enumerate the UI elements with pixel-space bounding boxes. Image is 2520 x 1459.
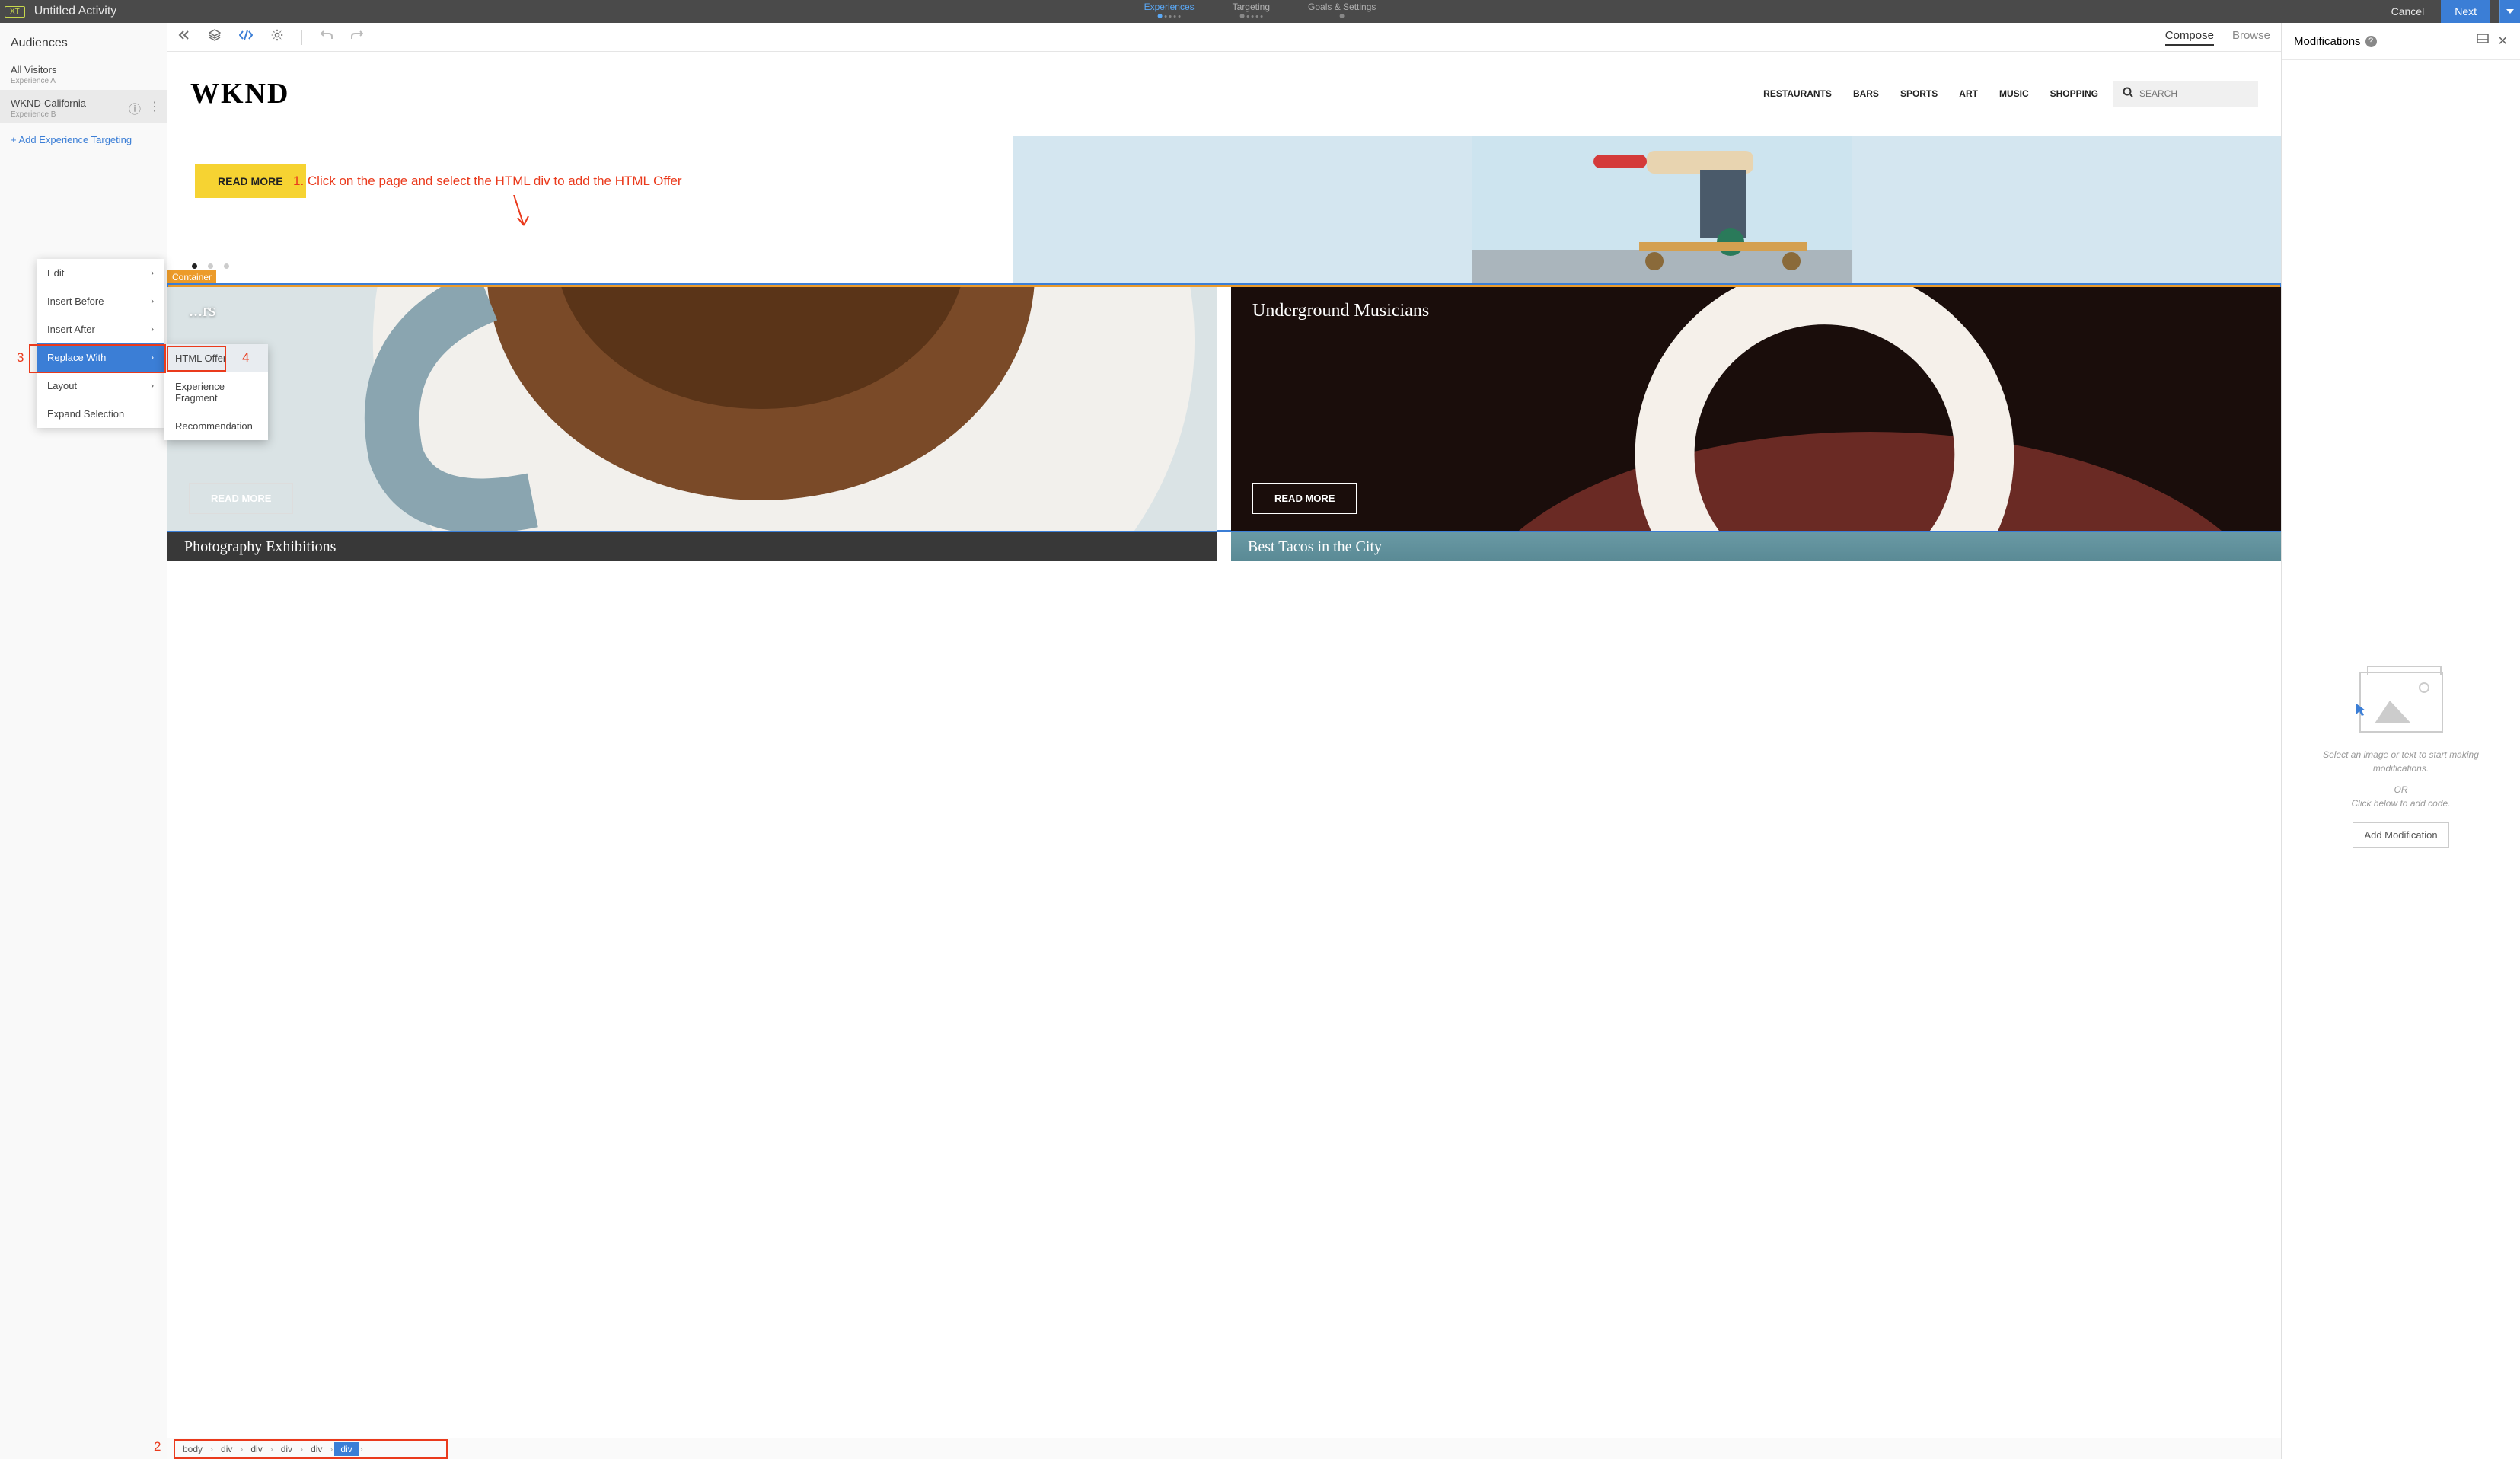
empty-placeholder-icon	[2359, 672, 2443, 733]
annotation-1: 1. Click on the page and select the HTML…	[293, 174, 682, 189]
modifications-title: Modifications	[2294, 35, 2361, 48]
audience-all-visitors[interactable]: All Visitors Experience A	[0, 56, 167, 90]
ctx-insert-before[interactable]: Insert Before›	[37, 287, 164, 315]
ctx-layout[interactable]: Layout›	[37, 372, 164, 400]
hero-image	[1049, 136, 2275, 284]
compose-tab[interactable]: Compose	[2165, 29, 2214, 46]
vec-toolbar: Compose Browse	[167, 23, 2281, 52]
audiences-panel: Audiences All Visitors Experience A WKND…	[0, 23, 167, 1459]
nav-restaurants[interactable]: RESTAURANTS	[1763, 88, 1832, 99]
hero-readmore-button[interactable]: READ MORE	[195, 164, 306, 198]
dom-breadcrumb: body› div› div› div› div› div›	[167, 1438, 2281, 1459]
more-icon[interactable]: ⋮	[148, 99, 161, 117]
hero-section[interactable]: READ MORE	[167, 136, 2281, 284]
nav-shopping[interactable]: SHOPPING	[2050, 88, 2098, 99]
empty-text-1: Select an image or text to start making …	[2305, 748, 2497, 775]
carousel-dots[interactable]	[192, 263, 229, 269]
info-icon[interactable]: ⓘ	[129, 99, 141, 117]
activity-title[interactable]: Untitled Activity	[34, 5, 116, 18]
audience-name: All Visitors	[11, 64, 156, 75]
chevron-right-icon: ›	[151, 297, 154, 306]
nav-sports[interactable]: SPORTS	[1900, 88, 1938, 99]
annotation-3-box	[29, 344, 166, 373]
add-modification-button[interactable]: Add Modification	[2353, 822, 2448, 848]
nav-art[interactable]: ART	[1959, 88, 1978, 99]
gear-icon[interactable]	[271, 29, 283, 45]
cursor-icon	[2355, 702, 2367, 721]
ctx-recommendation[interactable]: Recommendation	[164, 412, 268, 440]
empty-text-2: Click below to add code.	[2351, 797, 2450, 810]
empty-or: OR	[2394, 783, 2408, 797]
activity-type-badge: XT	[5, 6, 25, 18]
site-logo[interactable]: WKND	[190, 77, 289, 110]
collapse-icon[interactable]	[178, 30, 190, 44]
cards-row-2: Photography Exhibitions Best Tacos in th…	[167, 531, 2281, 561]
audience-wknd-california[interactable]: WKND-California Experience B ⓘ ⋮	[0, 90, 167, 123]
audience-exp: Experience A	[11, 77, 156, 85]
search-icon	[2123, 87, 2133, 101]
dock-icon[interactable]	[2477, 34, 2489, 49]
canvas-column: Compose Browse WKND RESTAURANTS BARS SPO…	[167, 23, 2281, 1459]
annotation-2-box	[174, 1439, 448, 1459]
card-readmore-button[interactable]: READ MORE	[189, 483, 293, 514]
step-label: Targeting	[1233, 2, 1270, 12]
selected-container[interactable]: Container ...rs READ M	[167, 284, 2281, 531]
annotation-3: 3	[17, 350, 24, 366]
next-button[interactable]: Next	[2441, 0, 2490, 23]
ctx-expand-selection[interactable]: Expand Selection	[37, 400, 164, 428]
step-experiences[interactable]: Experiences	[1144, 2, 1195, 18]
site-header: WKND RESTAURANTS BARS SPORTS ART MUSIC S…	[167, 52, 2281, 136]
audiences-title: Audiences	[0, 23, 167, 56]
page-canvas[interactable]: WKND RESTAURANTS BARS SPORTS ART MUSIC S…	[167, 52, 2281, 1459]
cancel-button[interactable]: Cancel	[2384, 5, 2432, 18]
ctx-experience-fragment[interactable]: Experience Fragment	[164, 372, 268, 412]
step-targeting[interactable]: Targeting	[1233, 2, 1270, 18]
step-goals[interactable]: Goals & Settings	[1308, 2, 1376, 18]
annotation-4-box	[167, 346, 226, 372]
browse-tab[interactable]: Browse	[2232, 29, 2270, 46]
modifications-panel: Modifications ? ✕ Select an image or tex…	[2281, 23, 2520, 1459]
code-icon[interactable]	[239, 30, 253, 44]
chevron-right-icon: ›	[151, 382, 154, 391]
card-title: Underground Musicians	[1252, 301, 1429, 321]
search-input[interactable]	[2139, 88, 2249, 99]
nav-bars[interactable]: BARS	[1853, 88, 1879, 99]
card-readmore-button[interactable]: READ MORE	[1252, 483, 1357, 514]
context-menu: Edit› Insert Before› Insert After› Repla…	[37, 259, 164, 428]
add-experience-targeting[interactable]: + Add Experience Targeting	[0, 123, 167, 156]
chevron-right-icon: ›	[151, 269, 154, 278]
step-label: Goals & Settings	[1308, 2, 1376, 12]
annotation-4: 4	[242, 350, 249, 366]
card-underground[interactable]: Underground Musicians READ MORE	[1231, 287, 2281, 531]
search-box[interactable]	[2113, 81, 2258, 107]
annotation-2: 2	[154, 1439, 161, 1454]
layers-icon[interactable]	[209, 29, 221, 45]
workflow-steps: Experiences Targeting Goals & Settings	[1144, 2, 1376, 18]
card-roasters[interactable]: ...rs READ MORE	[167, 287, 1217, 531]
step-label: Experiences	[1144, 2, 1195, 12]
chevron-right-icon: ›	[151, 325, 154, 334]
site-nav: RESTAURANTS BARS SPORTS ART MUSIC SHOPPI…	[1763, 88, 2098, 99]
undo-icon[interactable]	[321, 30, 333, 44]
ctx-insert-after[interactable]: Insert After›	[37, 315, 164, 343]
card-title: ...rs	[189, 301, 215, 321]
annotation-arrow	[510, 195, 533, 233]
close-icon[interactable]: ✕	[2498, 34, 2508, 49]
card-tacos[interactable]: Best Tacos in the City	[1231, 531, 2281, 561]
top-bar: XT Untitled Activity Experiences Targeti…	[0, 0, 2520, 23]
nav-music[interactable]: MUSIC	[1999, 88, 2029, 99]
redo-icon[interactable]	[351, 30, 363, 44]
help-icon[interactable]: ?	[2365, 36, 2377, 47]
ctx-edit[interactable]: Edit›	[37, 259, 164, 287]
card-photography[interactable]: Photography Exhibitions	[167, 531, 1217, 561]
container-label: Container	[167, 270, 216, 284]
next-dropdown[interactable]	[2499, 0, 2520, 23]
